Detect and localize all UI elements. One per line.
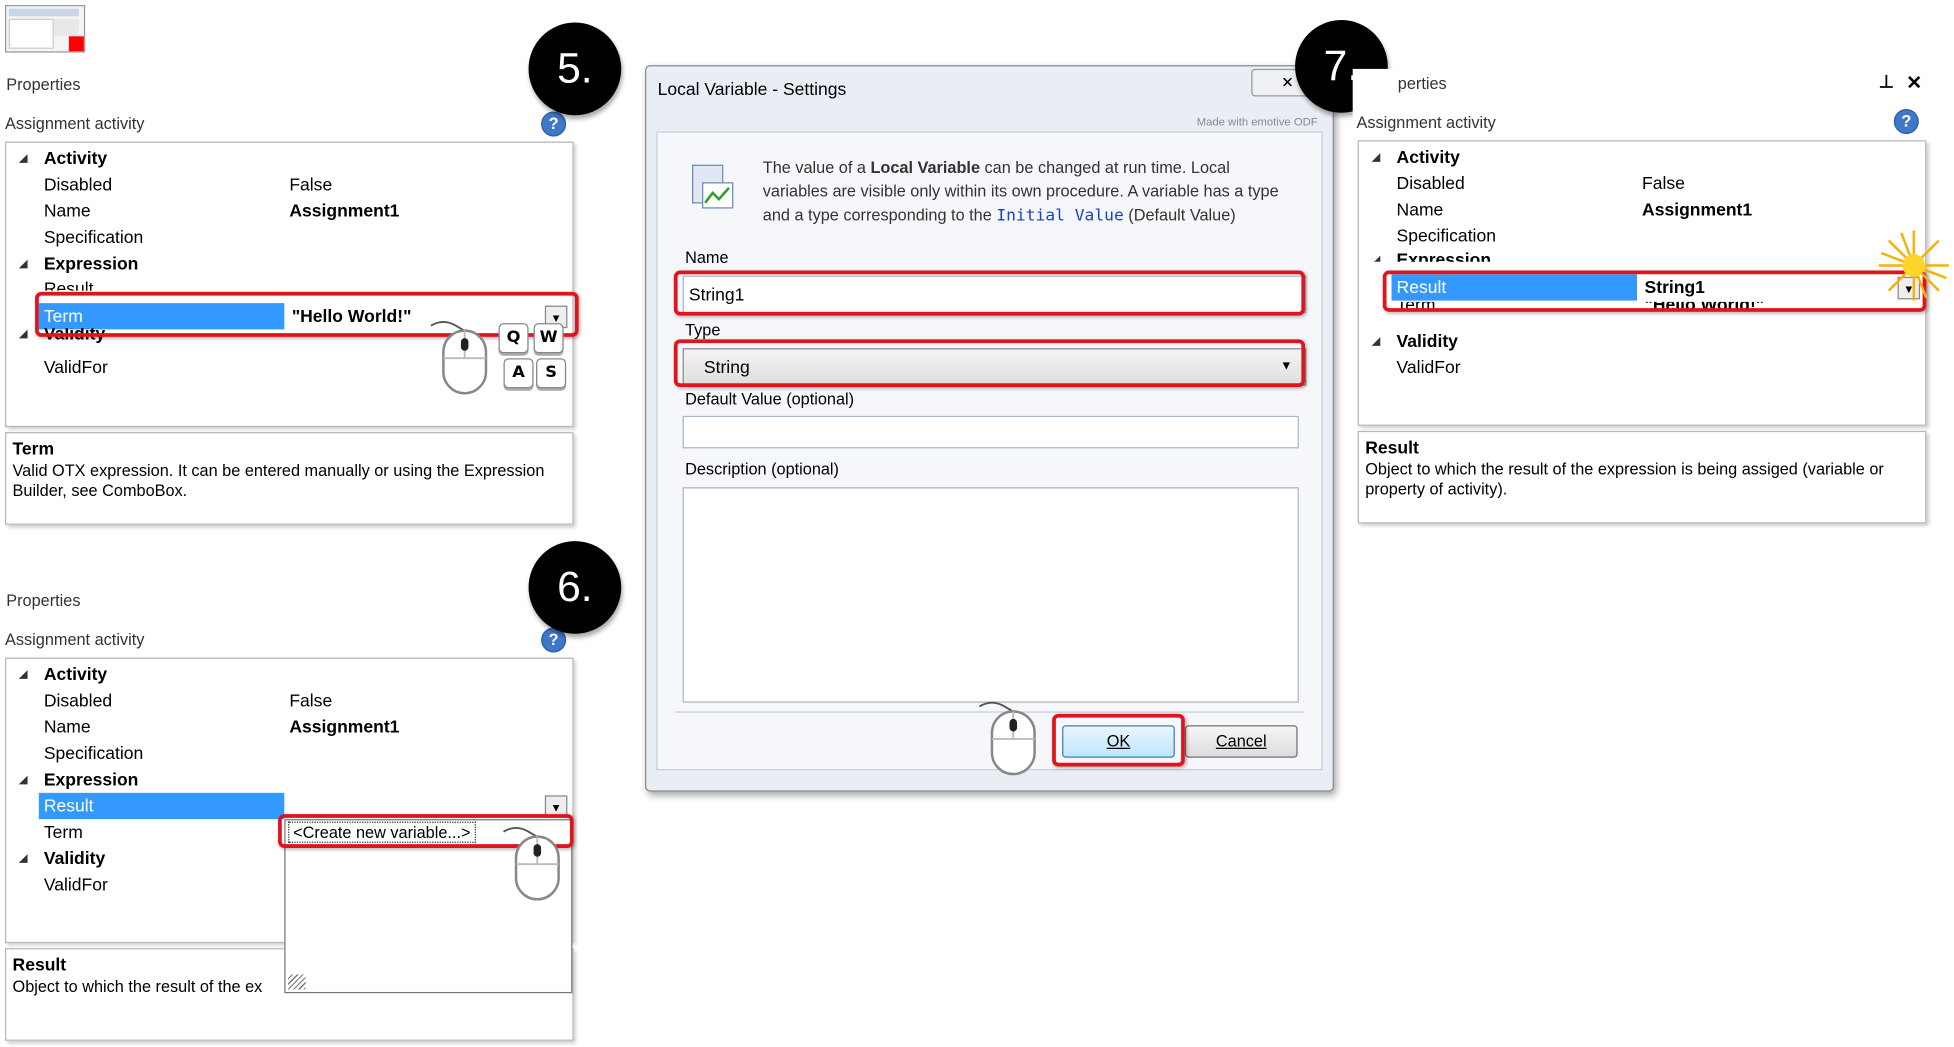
category-expression[interactable]: Expression	[44, 767, 139, 793]
step-badge-6: 6.	[528, 541, 622, 634]
prop-value-name[interactable]: Assignment1	[1642, 197, 1752, 223]
category-validity[interactable]: Validity	[1397, 328, 1458, 354]
collapse-triangle-icon[interactable]: ◢	[19, 328, 28, 346]
resize-grip-icon[interactable]	[288, 974, 306, 990]
panel-subtitle: Assignment activity	[1356, 112, 1496, 132]
prop-label-name[interactable]: Name	[44, 198, 91, 224]
description-text: Object to which the result of the expres…	[1365, 459, 1884, 499]
prop-label-disabled[interactable]: Disabled	[1397, 170, 1465, 196]
close-icon[interactable]: ✕	[1906, 71, 1922, 94]
pin-icon[interactable]: ⊥	[1879, 71, 1894, 92]
collapse-triangle-icon[interactable]: ◢	[19, 845, 28, 871]
type-label: Type	[685, 320, 721, 340]
prop-label-disabled[interactable]: Disabled	[44, 172, 112, 198]
prop-label-name[interactable]: Name	[44, 714, 91, 740]
category-activity[interactable]: Activity	[44, 661, 107, 687]
dialog-title: Local Variable - Settings	[657, 78, 847, 99]
local-variable-settings-dialog: Local Variable - Settings ✕ Made with em…	[645, 65, 1334, 792]
key-w: W	[533, 323, 564, 354]
prop-value-disabled[interactable]: False	[1642, 170, 1685, 196]
description-label: Description (optional)	[685, 459, 839, 479]
prop-label-result[interactable]: Result	[44, 276, 94, 291]
prop-label-specification[interactable]: Specification	[44, 740, 143, 766]
collapse-triangle-icon[interactable]: ◢	[1371, 144, 1380, 170]
name-label: Name	[685, 247, 729, 267]
mouse-icon	[978, 701, 1036, 776]
description-title: Term	[12, 438, 55, 459]
prop-label-validfor[interactable]: ValidFor	[44, 354, 108, 380]
collapse-triangle-icon[interactable]: ◢	[1371, 328, 1380, 354]
prop-value-name[interactable]: Assignment1	[289, 198, 399, 224]
highlight-name-input	[673, 270, 1306, 316]
description-title: Result	[12, 954, 67, 975]
description-title: Result	[1365, 437, 1419, 458]
panel-subtitle: Assignment activity	[5, 630, 145, 649]
default-value-input[interactable]	[682, 415, 1299, 449]
collapse-triangle-icon[interactable]: ◢	[19, 661, 28, 687]
category-expression[interactable]: Expression	[1397, 247, 1492, 262]
highlight-result-row	[1382, 270, 1927, 312]
category-expression[interactable]: Expression	[44, 251, 139, 277]
question-icon[interactable]: ?	[1893, 108, 1919, 135]
prop-label-term[interactable]: Term	[44, 819, 83, 845]
mouse-icon	[503, 826, 560, 901]
collapse-triangle-icon[interactable]: ◢	[19, 767, 28, 793]
description-textarea[interactable]	[682, 487, 1299, 703]
highlight-ok-button	[1052, 713, 1185, 767]
screenshot-thumbnail	[5, 5, 86, 53]
panel-title: Properties	[6, 591, 81, 610]
description-box: Result Object to which the result of the…	[1357, 430, 1927, 524]
prop-label-specification[interactable]: Specification	[44, 224, 143, 250]
prop-value-name[interactable]: Assignment1	[289, 714, 399, 740]
key-s: S	[536, 358, 567, 389]
panel-title: Properties	[6, 75, 81, 94]
description-box: Term Valid OTX expression. It can be ent…	[5, 432, 574, 525]
prop-label-name[interactable]: Name	[1397, 197, 1444, 223]
highlight-term-row	[35, 291, 579, 337]
highlight-type-select	[673, 339, 1306, 388]
dialog-body: The value of a Local Variable can be cha…	[656, 131, 1323, 771]
collapse-triangle-icon[interactable]: ◢	[1371, 247, 1380, 262]
category-activity[interactable]: Activity	[44, 145, 107, 171]
key-q: Q	[498, 323, 529, 354]
collapse-triangle-icon[interactable]: ◢	[19, 145, 28, 171]
variable-icon	[692, 164, 734, 209]
prop-value-disabled[interactable]: False	[289, 172, 332, 198]
prop-label-result-selected[interactable]: Result	[38, 792, 285, 820]
mouse-icon	[430, 320, 488, 395]
key-a: A	[503, 358, 534, 389]
panel-title-fragment: perties	[1397, 73, 1447, 93]
question-icon[interactable]: ?	[541, 111, 567, 137]
dialog-info-text: The value of a Local Variable can be cha…	[762, 157, 1279, 226]
collapse-triangle-icon[interactable]: ◢	[19, 251, 28, 277]
description-text: Valid OTX expression. It can be entered …	[12, 460, 545, 500]
prop-label-validfor[interactable]: ValidFor	[1397, 354, 1461, 380]
prop-value-disabled[interactable]: False	[289, 688, 332, 714]
prop-label-validfor[interactable]: ValidFor	[44, 872, 108, 898]
category-validity[interactable]: Validity	[44, 845, 105, 871]
panel-subtitle: Assignment activity	[5, 113, 145, 133]
sparkle-icon	[1878, 230, 1949, 301]
category-activity[interactable]: Activity	[1397, 144, 1460, 170]
dialog-watermark: Made with emotive ODF	[1196, 115, 1318, 128]
prop-label-specification[interactable]: Specification	[1397, 223, 1496, 249]
prop-label-disabled[interactable]: Disabled	[44, 688, 112, 714]
cancel-button[interactable]: Cancel	[1184, 725, 1298, 758]
default-value-label: Default Value (optional)	[685, 389, 855, 409]
step-badge-5: 5.	[528, 22, 622, 116]
